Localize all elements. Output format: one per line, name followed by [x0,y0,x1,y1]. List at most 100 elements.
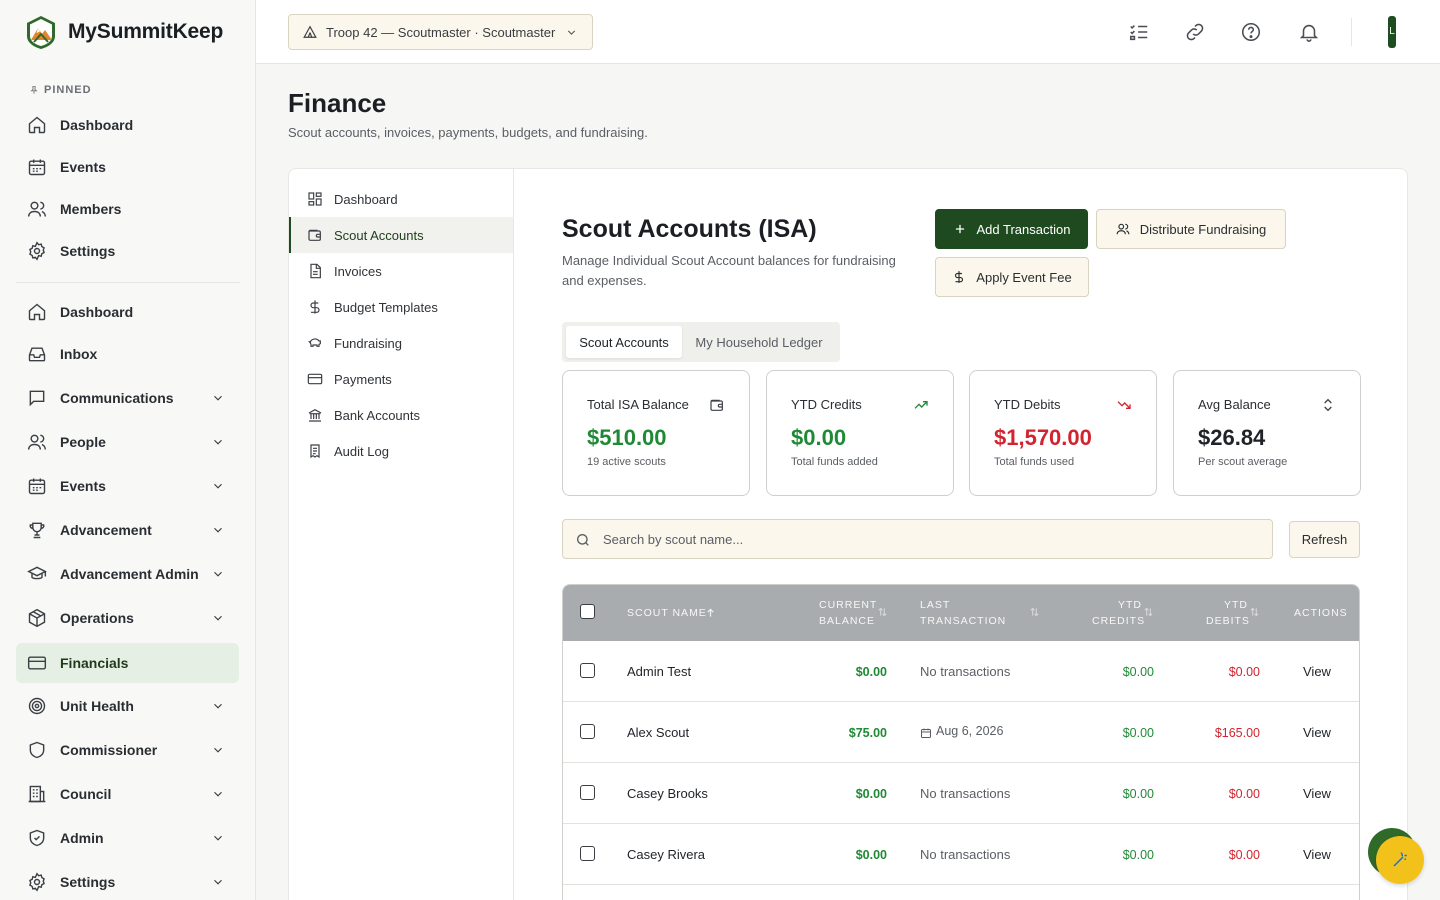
topbar-divider [1351,18,1352,46]
search-input[interactable] [603,520,1263,558]
graduation-cap-icon [27,566,47,580]
sidebar: MySummitKeep PINNED Dashboard Events Mem… [0,0,256,900]
sidebar-item-admin[interactable]: Admin [16,818,239,858]
checklist-icon[interactable] [1128,21,1150,43]
pinned-item-dashboard[interactable]: Dashboard [16,105,239,145]
table-row[interactable]: Casey Rivera $0.00 No transactions $0.00… [563,824,1359,885]
chevron-down-icon [567,30,576,35]
sidebar-item-dashboard[interactable]: Dashboard [16,292,239,332]
target-icon [28,697,46,715]
header-scout-name[interactable]: SCOUT NAME [627,605,707,621]
distribute-fundraising-button[interactable]: Distribute Fundraising [1096,209,1286,249]
pin-icon [30,86,38,94]
row-checkbox[interactable] [580,663,595,678]
refresh-button[interactable]: Refresh [1289,521,1360,558]
current-balance: $0.00 [855,787,887,801]
tab-household-ledger[interactable]: My Household Ledger [684,326,834,358]
brand[interactable]: MySummitKeep [24,14,223,50]
sidebar-item-commissioner[interactable]: Commissioner [16,730,239,770]
building-icon [28,785,46,803]
subnav-item-invoices[interactable]: Invoices [289,253,513,289]
calendar-icon [921,728,931,738]
subnav-item-scout-accounts[interactable]: Scout Accounts [289,217,513,253]
tab-scout-accounts[interactable]: Scout Accounts [566,326,682,358]
add-transaction-button[interactable]: Add Transaction [935,209,1088,249]
bell-icon[interactable] [1298,21,1320,43]
add-transaction-label: Add Transaction [976,221,1071,237]
section-subtitle: Manage Individual Scout Account balances… [562,253,896,288]
shield-icon [29,741,45,759]
avatar[interactable]: L [1388,16,1396,48]
sidebar-item-inbox[interactable]: Inbox [16,334,239,374]
subnav-item-payments[interactable]: Payments [289,361,513,397]
subnav-item-audit-log[interactable]: Audit Log [289,433,513,469]
troop-selector[interactable]: Troop 42 — Scoutmaster · Scoutmaster [288,14,593,50]
pinned-item-events[interactable]: Events [16,147,239,187]
subnav-item-fundraising[interactable]: Fundraising [289,325,513,361]
header-last-transaction-2[interactable]: TRANSACTION [920,613,1006,629]
subnav-item-budget-templates[interactable]: Budget Templates [289,289,513,325]
subnav-item-dashboard[interactable]: Dashboard [289,181,513,217]
header-last-transaction-1[interactable]: LAST [920,597,950,613]
sidebar-item-unit-health[interactable]: Unit Health [16,686,239,726]
header-current-balance-2[interactable]: BALANCE [819,613,875,629]
sidebar-item-label: People [60,434,106,450]
table-row[interactable]: Admin Test $0.00 No transactions $0.00 $… [563,641,1359,702]
view-link[interactable]: View [1303,664,1331,679]
table-header: SCOUT NAME CURRENT BALANCE LAST TRANSACT… [563,585,1359,641]
subnav-item-label: Payments [334,371,392,387]
select-all-checkbox[interactable] [580,604,595,619]
pinned-item-label: Settings [60,243,116,259]
table-row[interactable]: Alex Scout $75.00 Aug 6, 2026 $0.00 $165… [563,702,1359,763]
sidebar-item-financials[interactable]: Financials [16,643,239,683]
subnav-item-label: Scout Accounts [334,227,424,243]
pinned-item-label: Dashboard [60,117,134,133]
row-checkbox[interactable] [580,724,595,739]
sidebar-item-settings[interactable]: Settings [16,862,239,900]
mountain-logo-icon [27,16,55,49]
header-ytd-credits-1[interactable]: YTD [1118,597,1142,613]
table-row[interactable]: Casey Brooks $0.00 No transactions $0.00… [563,763,1359,824]
pinned-item-settings[interactable]: Settings [16,231,239,271]
help-icon[interactable] [1240,21,1262,43]
sidebar-item-council[interactable]: Council [16,774,239,814]
sidebar-item-advancement[interactable]: Advancement [16,510,239,550]
sidebar-item-label: Operations [60,610,134,626]
pinned-item-label: Events [60,159,106,175]
subnav-item-label: Fundraising [334,335,402,351]
ytd-debits: $165.00 [1214,726,1260,740]
header-ytd-debits-2[interactable]: DEBITS [1206,613,1250,629]
view-link[interactable]: View [1303,786,1331,801]
sidebar-item-label: Council [60,786,112,802]
stat-card-total-balance: Total ISA Balance $510.00 19 active scou… [562,370,750,496]
magic-wand-icon [1393,852,1407,867]
scout-accounts-table: SCOUT NAME CURRENT BALANCE LAST TRANSACT… [562,584,1360,900]
header-ytd-credits-2[interactable]: CREDITS [1092,613,1145,629]
header-ytd-debits-1[interactable]: YTD [1224,597,1248,613]
piggy-bank-icon [308,338,321,347]
row-checkbox[interactable] [580,785,595,800]
assistant-fab[interactable] [1376,836,1424,884]
sidebar-item-operations[interactable]: Operations [16,598,239,638]
apply-event-fee-button[interactable]: Apply Event Fee [935,257,1089,297]
sidebar-item-people[interactable]: People [16,422,239,462]
dollar-icon [955,271,964,283]
row-checkbox[interactable] [580,846,595,861]
sidebar-item-advancement-admin[interactable]: Advancement Admin [16,554,239,594]
header-current-balance-1[interactable]: CURRENT [819,597,877,613]
link-icon[interactable] [1184,21,1206,43]
last-transaction: No transactions [920,847,1011,862]
sidebar-item-events[interactable]: Events [16,466,239,506]
view-link[interactable]: View [1303,725,1331,740]
subnav-item-bank-accounts[interactable]: Bank Accounts [289,397,513,433]
view-link[interactable]: View [1303,847,1331,862]
stat-value: $510.00 [587,425,667,450]
pinned-item-members[interactable]: Members [16,189,239,229]
chevron-down-icon [214,703,222,709]
sort-icon [1030,607,1039,617]
gear-icon [29,241,45,261]
sidebar-item-communications[interactable]: Communications [16,378,239,418]
sort-icon [1324,398,1332,412]
sort-icon [878,607,887,617]
ytd-credits: $0.00 [1122,726,1154,740]
